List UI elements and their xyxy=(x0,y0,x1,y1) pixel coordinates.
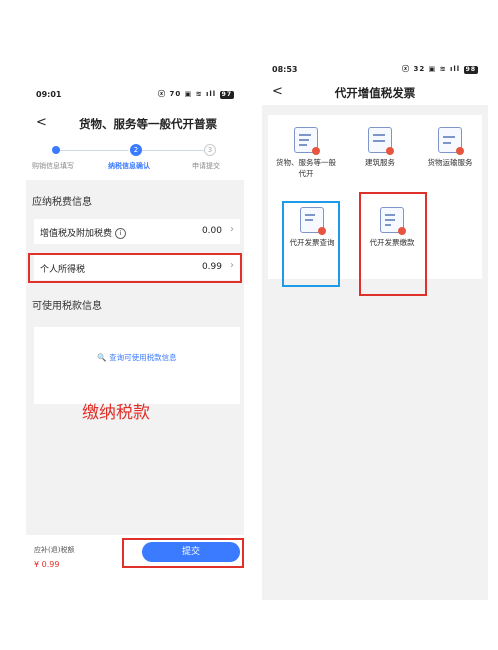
info-icon[interactable]: i xyxy=(115,228,127,239)
battery-icon: 97 xyxy=(219,91,234,99)
truck-icon xyxy=(438,127,464,155)
amount-due-label: 应补(退)税额 xyxy=(34,546,75,554)
building-icon xyxy=(368,127,394,155)
step-2-label: 纳税信息确认 xyxy=(108,162,150,170)
tile-general-invoice[interactable]: 货物、服务等一般代开 xyxy=(274,127,338,179)
left-status-bar: 09:01 ⓧ 𝟳𝟬 ▣ ≋ ıll 97 xyxy=(26,80,244,99)
progress-steps: 2 3 购销信息填写 纳税信息确认 申请提交 xyxy=(26,142,244,178)
battery-icon: 98 xyxy=(463,66,478,74)
status-icons-text: ⓧ 𝟯𝟮 ▣ ≋ ıll xyxy=(402,65,461,73)
row-value: 0.00 xyxy=(201,226,222,236)
tile-construction-service[interactable]: 建筑服务 xyxy=(348,127,412,168)
step-2-circle: 2 xyxy=(130,144,142,156)
step-1-label: 购销信息填写 xyxy=(32,162,74,170)
highlight-box-submit xyxy=(122,538,244,568)
tile-freight-service[interactable]: 货物运输服务 xyxy=(418,127,482,168)
chevron-right-icon: › xyxy=(230,224,234,235)
section-title-payable: 应纳税费信息 xyxy=(32,197,92,208)
available-tax-card: 🔍 查询可使用税款信息 xyxy=(34,327,240,404)
step-3-circle: 3 xyxy=(204,144,216,156)
step-3-label: 申请提交 xyxy=(192,162,220,170)
status-icons-text: ⓧ 𝟳𝟬 ▣ ≋ ıll xyxy=(158,90,217,98)
page-title: 代开增值税发票 xyxy=(334,86,416,100)
search-icon: 🔍 xyxy=(97,353,107,362)
row-label-text: 增值税及附加税费 xyxy=(40,229,113,239)
highlight-box-income-tax xyxy=(28,253,242,283)
query-available-tax-link[interactable]: 🔍 查询可使用税款信息 xyxy=(34,352,240,363)
annotation-pay-tax: 缴纳税款 xyxy=(82,403,150,423)
step-1-circle xyxy=(52,146,60,154)
back-button[interactable]: < xyxy=(36,115,47,130)
query-link-text: 查询可使用税款信息 xyxy=(109,353,177,362)
status-time: 09:01 xyxy=(36,90,62,99)
status-icons: ⓧ 𝟳𝟬 ▣ ≋ ıll 97 xyxy=(158,89,234,99)
amount-due-value: ¥ 0.99 xyxy=(34,560,60,569)
right-nav-bar: < 代开增值税发票 xyxy=(262,79,488,105)
status-icons: ⓧ 𝟯𝟮 ▣ ≋ ıll 98 xyxy=(402,64,478,74)
left-phone-screen: 09:01 ⓧ 𝟳𝟬 ▣ ≋ ıll 97 < 货物、服务等一般代开普票 2 3… xyxy=(26,80,244,585)
left-nav-bar: < 货物、服务等一般代开普票 xyxy=(26,110,244,136)
right-phone-screen: 08:53 ⓧ 𝟯𝟮 ▣ ≋ ıll 98 < 代开增值税发票 货物、服务等一般… xyxy=(262,55,488,600)
tile-label: 建筑服务 xyxy=(365,158,395,167)
step-connector-2 xyxy=(142,150,204,151)
invoice-doc-icon xyxy=(294,127,320,155)
row-label: 增值税及附加税费 i xyxy=(40,226,127,239)
page-title: 货物、服务等一般代开普票 xyxy=(79,117,217,131)
tile-label: 货物运输服务 xyxy=(427,158,473,167)
row-vat-surcharge[interactable]: 增值税及附加税费 i 0.00 › xyxy=(34,219,240,244)
status-time: 08:53 xyxy=(272,65,298,74)
highlight-box-query xyxy=(282,201,340,287)
section-title-available: 可使用税款信息 xyxy=(32,301,102,312)
right-status-bar: 08:53 ⓧ 𝟯𝟮 ▣ ≋ ıll 98 xyxy=(262,55,488,74)
highlight-box-payment xyxy=(359,192,427,296)
tile-label: 货物、服务等一般代开 xyxy=(276,158,336,178)
step-connector-1 xyxy=(58,150,128,151)
